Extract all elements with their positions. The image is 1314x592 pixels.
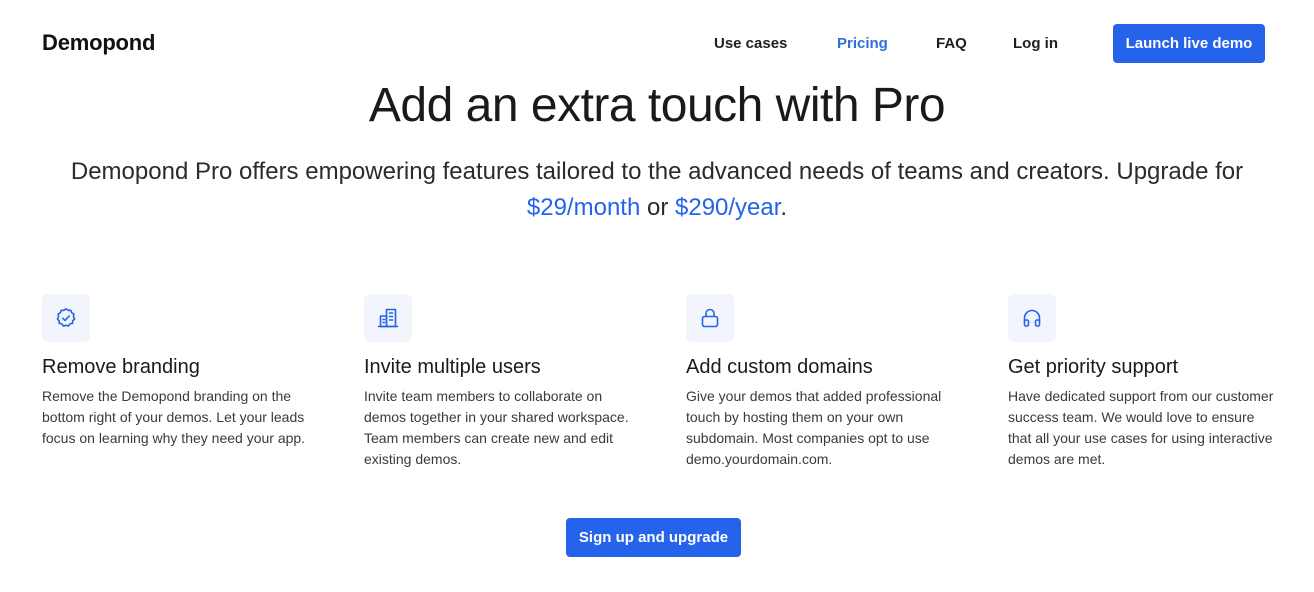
- yearly-price: $290/year: [675, 194, 781, 221]
- feature-description: Remove the Demopond branding on the bott…: [42, 388, 306, 446]
- top-nav: Demopond Use cases Pricing FAQ Log in La…: [0, 0, 1314, 86]
- nav-link-pricing[interactable]: Pricing: [837, 35, 888, 52]
- logo[interactable]: Demopond: [42, 30, 155, 56]
- hero-subtitle: Demopond Pro offers empowering features …: [40, 154, 1274, 226]
- lock-icon: [686, 294, 734, 342]
- subtitle-end: .: [780, 194, 788, 221]
- feature-description: Have dedicated support from our customer…: [1008, 388, 1274, 467]
- feature-invite-users: Invite multiple users Invite team member…: [364, 294, 634, 470]
- feature-custom-domains: Add custom domains Give your demos that …: [686, 294, 956, 470]
- feature-title: Add custom domains: [686, 356, 873, 378]
- feature-remove-branding: Remove branding Remove the Demopond bran…: [42, 294, 312, 449]
- feature-title: Invite multiple users: [364, 356, 541, 378]
- nav-link-log-in[interactable]: Log in: [1013, 35, 1058, 52]
- feature-priority-support: Get priority support Have dedicated supp…: [1008, 294, 1278, 470]
- headphones-icon: [1008, 294, 1056, 342]
- feature-title: Get priority support: [1008, 356, 1179, 378]
- subtitle-text: Demopond Pro offers empowering features …: [70, 158, 1244, 185]
- features-grid: Remove branding Remove the Demopond bran…: [0, 294, 1314, 484]
- subtitle-or: or: [640, 194, 675, 221]
- feature-description: Invite team members to collaborate on de…: [364, 388, 629, 467]
- monthly-price: $29/month: [526, 194, 641, 221]
- feature-description: Give your demos that added professional …: [686, 388, 942, 467]
- sign-up-upgrade-button[interactable]: Sign up and upgrade: [566, 518, 741, 557]
- badge-check-icon: [42, 294, 90, 342]
- nav-link-use-cases[interactable]: Use cases: [714, 35, 787, 52]
- page-title: Add an extra touch with Pro: [368, 79, 946, 132]
- building-icon: [364, 294, 412, 342]
- feature-title: Remove branding: [42, 356, 200, 378]
- launch-live-demo-button[interactable]: Launch live demo: [1113, 24, 1265, 63]
- nav-link-faq[interactable]: FAQ: [936, 35, 967, 52]
